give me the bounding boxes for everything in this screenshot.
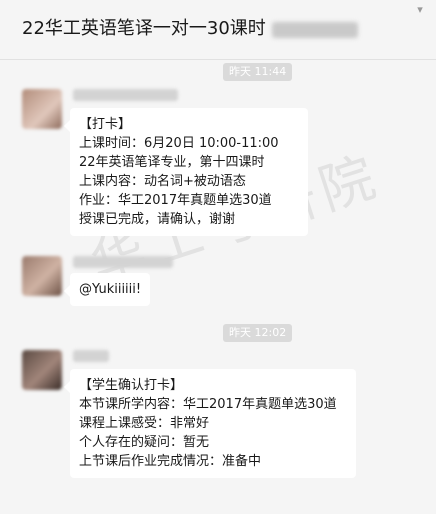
message-bubble-mention[interactable]: @Yukiiiiii! [63, 273, 151, 306]
timestamp: 昨天 12:02 [223, 324, 293, 342]
blurred-member-count [272, 22, 358, 38]
message-line: 课程上课感受：非常好 [79, 416, 210, 431]
message-line: 上节课后作业完成情况：准备中 [79, 454, 262, 469]
chat-header: 22华工英语笔译一对一30课时 ▾ [0, 0, 436, 60]
message-line: 【打卡】 [79, 117, 132, 132]
avatar[interactable] [22, 256, 62, 296]
avatar[interactable] [22, 350, 62, 390]
message-bubble-confirm[interactable]: 【学生确认打卡】 本节课所学内容：华工2017年真题单选30道 课程上课感受：非… [64, 369, 356, 478]
message-line: 上课内容：动名词+被动语态 [79, 174, 246, 189]
message-bubble-checkin[interactable]: 【打卡】 上课时间：6月20日 10:00-11:00 22年英语笔译专业，第十… [64, 108, 308, 236]
timestamp: 昨天 11:44 [223, 63, 293, 81]
sender-name-blurred [73, 89, 178, 101]
avatar[interactable] [22, 89, 62, 129]
sender-name-blurred [73, 256, 173, 268]
chat-title: 22华工英语笔译一对一30课时 [22, 18, 266, 39]
message-line: 授课已完成，请确认，谢谢 [79, 212, 236, 227]
message-line: 【学生确认打卡】 [79, 378, 184, 393]
chevron-down-icon[interactable]: ▾ [412, 2, 428, 18]
message-line: 本节课所学内容：华工2017年真题单选30道 [79, 397, 337, 412]
message-line: 上课时间：6月20日 10:00-11:00 [79, 136, 279, 151]
message-line: 22年英语笔译专业，第十四课时 [79, 155, 265, 170]
message-line: 个人存在的疑问：暂无 [79, 435, 210, 450]
message-line: 作业：华工2017年真题单选30道 [79, 193, 272, 208]
message-line: @Yukiiiiii! [79, 282, 142, 297]
sender-name-blurred [73, 350, 109, 362]
